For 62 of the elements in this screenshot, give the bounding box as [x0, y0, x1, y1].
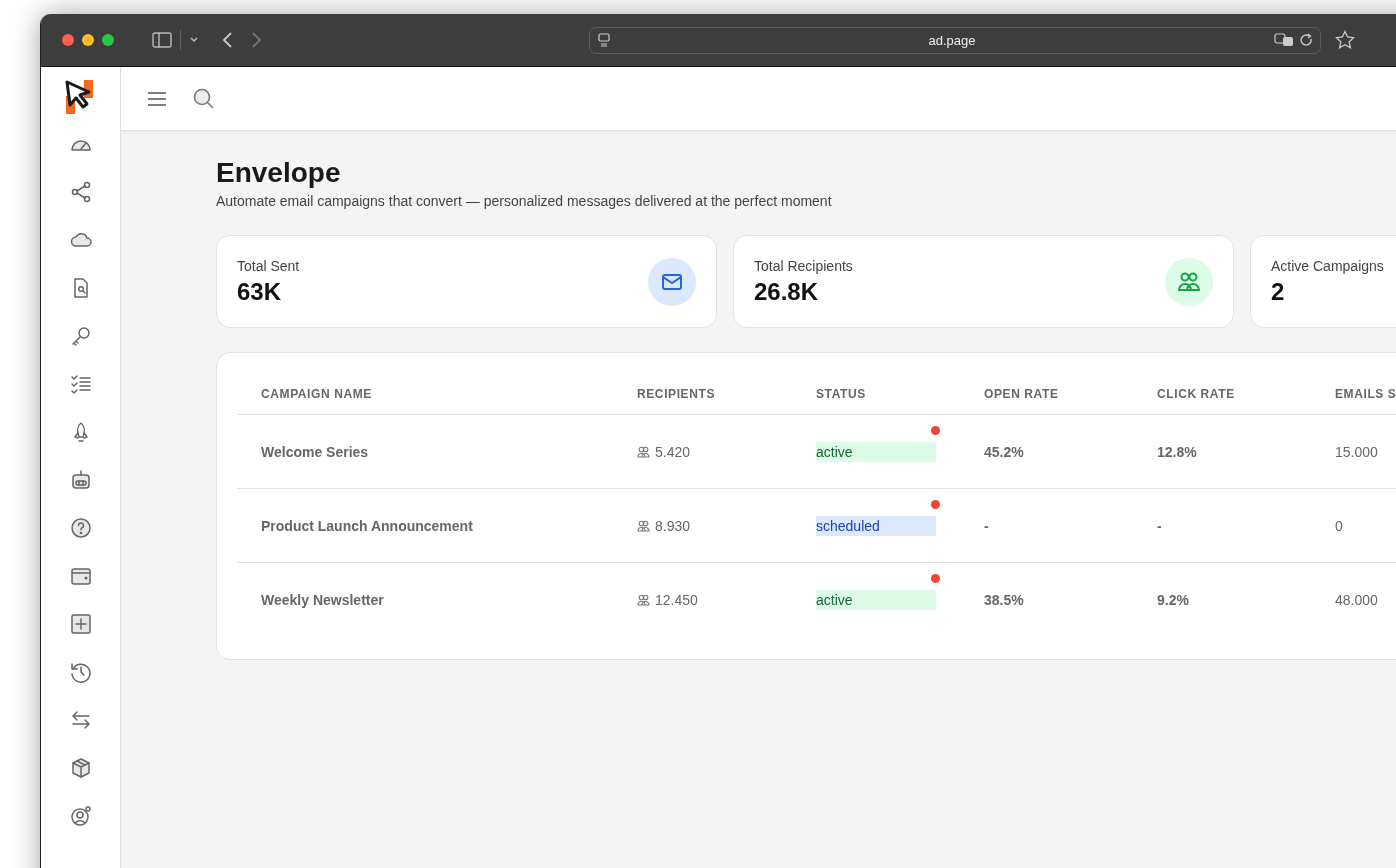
open-rate: 45.2%	[984, 443, 1025, 460]
stat-label: Total Sent	[237, 257, 300, 274]
notification-dot	[931, 499, 940, 509]
people-icon	[637, 445, 650, 458]
page-icon	[598, 33, 610, 47]
column-header: STATUS	[816, 386, 867, 401]
recipients-count: 12.450	[655, 591, 698, 608]
open-rate: 38.5%	[984, 591, 1025, 608]
chevron-down-icon[interactable]	[189, 36, 199, 44]
swap-icon[interactable]	[69, 709, 92, 731]
stat-label: Total Recipients	[754, 257, 853, 274]
close-window-button[interactable]	[62, 34, 74, 46]
campaign-name: Weekly Newsletter	[261, 591, 385, 608]
emails-sent: 0	[1335, 517, 1344, 534]
minimize-window-button[interactable]	[82, 34, 94, 46]
column-header: RECIPIENTS	[637, 386, 716, 401]
click-rate: 9.2%	[1157, 591, 1190, 608]
click-rate: 12.8%	[1157, 443, 1198, 460]
user-gear-icon[interactable]	[69, 805, 92, 827]
column-header: CAMPAIGN NAME	[261, 386, 373, 401]
page-title: Envelope	[216, 157, 342, 189]
status-tag: scheduled	[816, 515, 936, 536]
campaign-name: Welcome Series	[261, 443, 370, 460]
emails-sent: 48.000	[1335, 591, 1379, 608]
sidebar-toggle-icon[interactable]	[152, 32, 172, 48]
reload-icon[interactable]	[1300, 32, 1314, 48]
stat-label: Active Campaigns	[1271, 257, 1384, 274]
key-icon[interactable]	[69, 325, 92, 347]
box-icon[interactable]	[69, 757, 92, 779]
notification-dot	[931, 425, 940, 435]
history-icon[interactable]	[69, 661, 92, 683]
notification-dot	[931, 573, 940, 583]
search-icon[interactable]	[193, 87, 215, 110]
campaign-name: Product Launch Announcement	[261, 517, 474, 534]
stat-value: 26.8K	[754, 277, 820, 306]
robot-icon[interactable]	[69, 469, 92, 491]
stat-value: 2	[1271, 277, 1286, 306]
recipients-count: 8.930	[655, 517, 691, 534]
people-icon	[637, 593, 650, 606]
page-subtitle: Automate email campaigns that convert — personalized messages delivered at the perfect moment	[216, 193, 833, 209]
zoom-window-button[interactable]	[102, 34, 114, 46]
status-tag: active	[816, 589, 936, 610]
column-header: CLICK RATE	[1157, 386, 1236, 401]
star-icon[interactable]	[1335, 30, 1355, 50]
recipients-count: 5.420	[655, 443, 691, 460]
stat-value: 63K	[237, 277, 283, 306]
emails-sent: 15.000	[1335, 443, 1379, 460]
plus-square-icon[interactable]	[69, 613, 92, 635]
open-rate: -	[984, 517, 990, 534]
click-rate: -	[1157, 517, 1163, 534]
menu-icon[interactable]	[147, 90, 167, 107]
status-tag: active	[816, 441, 936, 462]
column-header: OPEN RATE	[984, 386, 1060, 401]
help-icon[interactable]	[69, 517, 92, 539]
column-header: EMAILS S	[1335, 386, 1396, 401]
people-icon	[637, 519, 650, 532]
people-icon	[1165, 257, 1213, 306]
wallet-icon[interactable]	[69, 565, 92, 587]
address-bar[interactable]: ad.page	[589, 26, 1321, 54]
checklist-icon[interactable]	[69, 373, 92, 395]
share-icon[interactable]	[69, 181, 92, 203]
envelope-icon	[648, 257, 696, 306]
